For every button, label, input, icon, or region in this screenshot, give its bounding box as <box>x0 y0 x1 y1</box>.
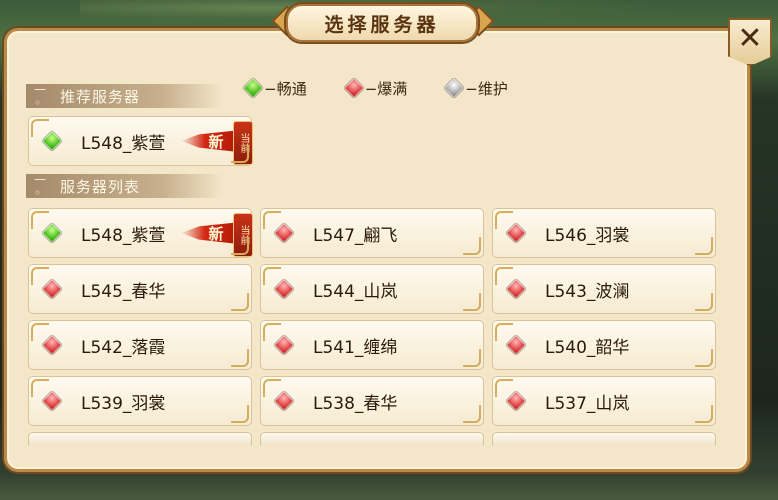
red-gem-icon <box>274 391 294 411</box>
red-gem-icon <box>343 78 364 98</box>
new-badge: 新 <box>181 222 241 244</box>
bottom-bar <box>0 470 778 500</box>
legend-maintenance: −维护 <box>444 78 508 99</box>
current-badge: 当前 <box>233 121 253 165</box>
server-card[interactable]: L541_缠绵 <box>260 320 484 370</box>
red-gem-icon <box>42 279 62 299</box>
server-name: L538_春华 <box>313 393 398 414</box>
server-name: L542_落霞 <box>81 337 166 358</box>
red-gem-icon <box>274 223 294 243</box>
green-gem-icon <box>42 131 62 151</box>
section-title: 服务器列表 <box>60 177 141 196</box>
current-badge: 当前 <box>233 213 253 257</box>
server-name: L548_紫萱 <box>81 133 166 154</box>
recommended-server-card[interactable]: L548_紫萱 新 当前 <box>28 116 253 166</box>
legend-full: −爆满 <box>343 78 408 99</box>
legend-label: −维护 <box>465 79 508 98</box>
gray-gem-icon <box>444 78 465 98</box>
server-name: L547_翩飞 <box>313 225 398 246</box>
green-gem-icon <box>243 78 264 98</box>
server-card[interactable]: L537_山岚 <box>492 376 716 426</box>
server-card[interactable]: L543_波澜 <box>492 264 716 314</box>
red-gem-icon <box>506 391 526 411</box>
server-card-partial[interactable] <box>28 432 252 446</box>
close-icon: ✕ <box>737 21 763 56</box>
server-card[interactable]: L544_山岚 <box>260 264 484 314</box>
red-gem-icon <box>506 279 526 299</box>
red-gem-icon <box>506 223 526 243</box>
server-name: L546_羽裳 <box>545 225 630 246</box>
knot-icon: —◦ <box>34 172 47 200</box>
dialog-title: 选择服务器 <box>286 4 478 42</box>
server-name: L548_紫萱 <box>81 225 166 246</box>
server-card[interactable]: L547_翩飞 <box>260 208 484 258</box>
server-card[interactable]: L539_羽裳 <box>28 376 252 426</box>
server-name: L543_波澜 <box>545 281 630 302</box>
knot-icon: —◦ <box>34 82 47 110</box>
section-title: 推荐服务器 <box>60 87 141 106</box>
server-name: L537_山岚 <box>545 393 630 414</box>
server-name: L545_春华 <box>81 281 166 302</box>
server-card-partial[interactable] <box>260 432 484 446</box>
red-gem-icon <box>42 391 62 411</box>
red-gem-icon <box>506 335 526 355</box>
server-card-partial[interactable] <box>492 432 716 446</box>
server-card[interactable]: L546_羽裳 <box>492 208 716 258</box>
legend-label: −爆满 <box>364 79 408 98</box>
server-name: L539_羽裳 <box>81 393 166 414</box>
section-recommended: —◦ 推荐服务器 <box>26 82 222 110</box>
close-button[interactable]: ✕ <box>728 18 772 66</box>
server-name: L544_山岚 <box>313 281 398 302</box>
server-card[interactable]: L545_春华 <box>28 264 252 314</box>
legend-label: −畅通 <box>264 79 307 98</box>
legend-smooth: −畅通 <box>243 78 307 99</box>
red-gem-icon <box>42 335 62 355</box>
server-name: L540_韶华 <box>545 337 630 358</box>
section-server-list: —◦ 服务器列表 <box>26 172 222 200</box>
server-name: L541_缠绵 <box>313 337 398 358</box>
red-gem-icon <box>274 335 294 355</box>
server-card[interactable]: L538_春华 <box>260 376 484 426</box>
new-badge: 新 <box>181 130 241 152</box>
server-card[interactable]: L548_紫萱 新 当前 <box>28 208 253 258</box>
server-card[interactable]: L540_韶华 <box>492 320 716 370</box>
server-card[interactable]: L542_落霞 <box>28 320 252 370</box>
red-gem-icon <box>274 279 294 299</box>
green-gem-icon <box>42 223 62 243</box>
